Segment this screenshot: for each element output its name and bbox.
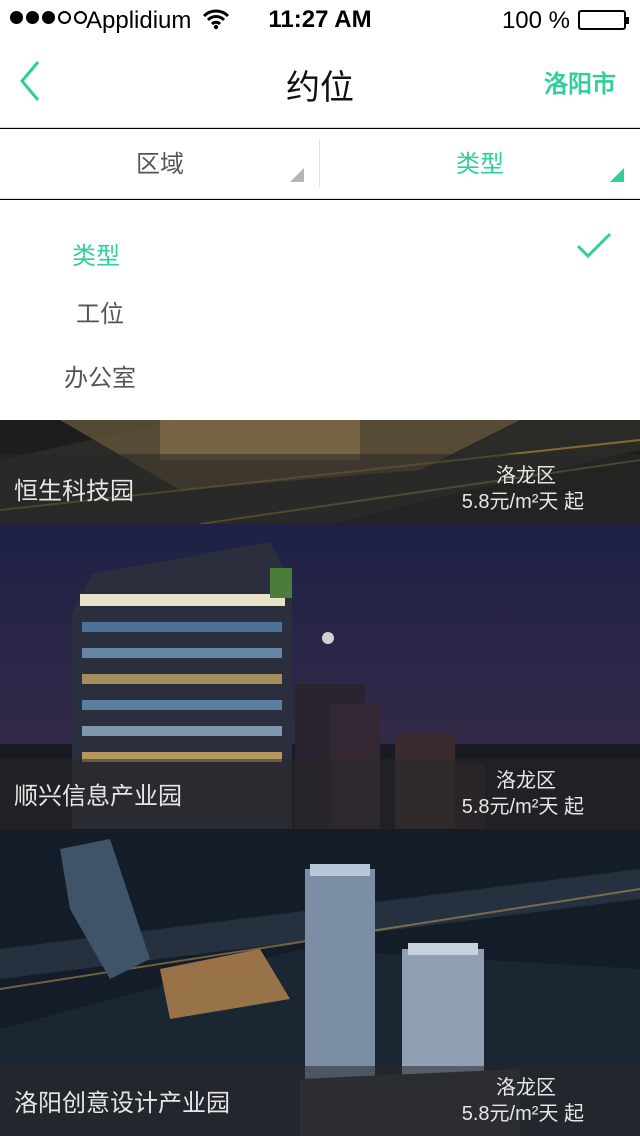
listing-card[interactable]: 恒生科技园 洛龙区 5.8元/m²天 起 [0,420,640,524]
dropdown-triangle-icon [290,168,304,182]
dropdown-triangle-icon [610,168,624,182]
filter-tab-type[interactable]: 类型 [320,129,640,198]
filter-bar: 区域 类型 [0,129,640,199]
dropdown-option-workstation[interactable]: 工位 [76,294,124,329]
filter-tab-area[interactable]: 区域 [0,129,320,198]
listing-district: 洛龙区 [496,463,556,487]
status-bar: Applidium 11:27 AM 100 % [0,0,640,40]
checkmark-icon [576,232,612,259]
listing-card[interactable]: 顺兴信息产业园 洛龙区 5.8元/m²天 起 [0,524,640,829]
dropdown-option-office[interactable]: 办公室 [64,358,136,393]
filter-tab-type-label: 类型 [456,150,504,178]
listing-district: 洛龙区 [496,1075,556,1099]
battery-percentage: 100 % [501,7,570,34]
listing-price: 5.8元/m²天 起 [461,1103,584,1125]
listing-card[interactable]: 洛阳创意设计产业园 洛龙区 5.8元/m²天 起 [0,829,640,1136]
dropdown-option-type[interactable]: 类型 [72,236,120,271]
listing-district: 洛龙区 [496,768,556,792]
listing-price: 5.8元/m²天 起 [461,491,584,513]
listing-price: 5.8元/m²天 起 [461,796,584,818]
listing-name: 恒生科技园 [14,477,134,505]
type-dropdown-menu: 类型 工位 办公室 [0,200,640,420]
city-selector-button[interactable]: 洛阳市 [544,64,616,99]
listing-name: 洛阳创意设计产业园 [14,1089,230,1117]
battery-icon [578,10,629,30]
listing-name: 顺兴信息产业园 [14,782,182,810]
navigation-bar: 约位 洛阳市 [0,40,640,128]
filter-tab-area-label: 区域 [136,150,184,178]
